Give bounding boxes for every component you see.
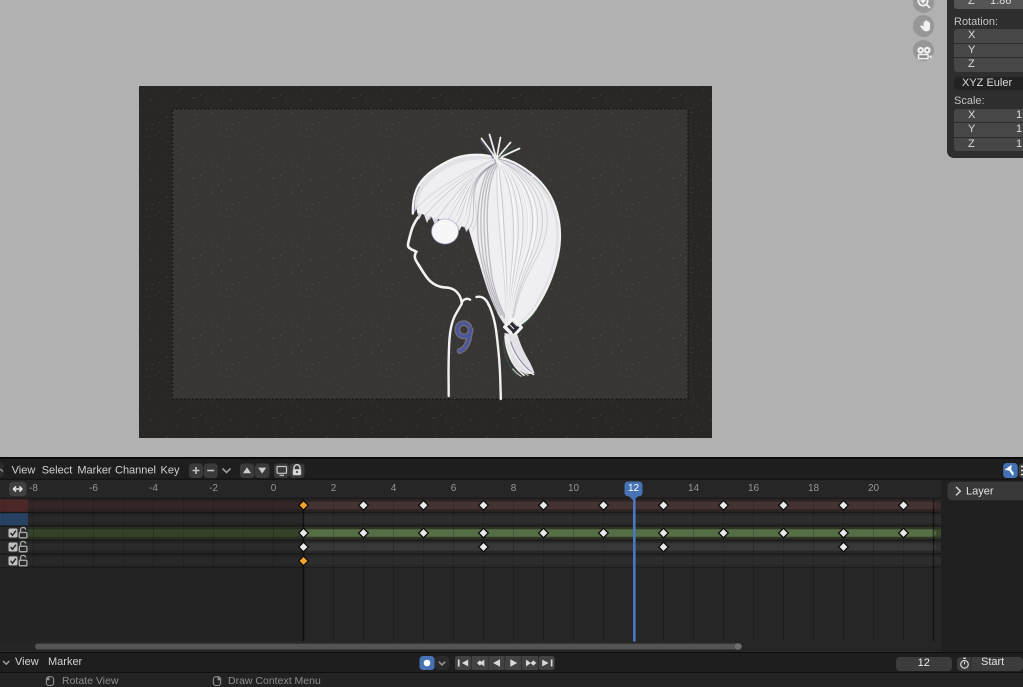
svg-text:-2: -2 (209, 483, 218, 494)
svg-text:-4: -4 (149, 483, 158, 494)
svg-text:10: 10 (568, 483, 580, 494)
svg-text:Marker: Marker (77, 465, 112, 477)
svg-text:Select: Select (42, 465, 73, 477)
svg-text:8: 8 (511, 483, 517, 494)
svg-text:4: 4 (391, 483, 397, 494)
svg-text:18: 18 (808, 483, 820, 494)
svg-text:6: 6 (451, 483, 457, 494)
svg-text:0: 0 (271, 483, 277, 494)
svg-text:14: 14 (688, 483, 700, 494)
svg-text:Key: Key (161, 465, 180, 477)
svg-text:-6: -6 (89, 483, 98, 494)
svg-text:-8: -8 (29, 483, 38, 494)
svg-text:Channel: Channel (115, 465, 156, 477)
svg-text:View: View (12, 465, 36, 477)
svg-text:Layer: Layer (966, 485, 994, 497)
svg-text:20: 20 (868, 483, 880, 494)
svg-text:2: 2 (331, 483, 337, 494)
svg-text:16: 16 (748, 483, 760, 494)
svg-text:12: 12 (628, 483, 640, 494)
